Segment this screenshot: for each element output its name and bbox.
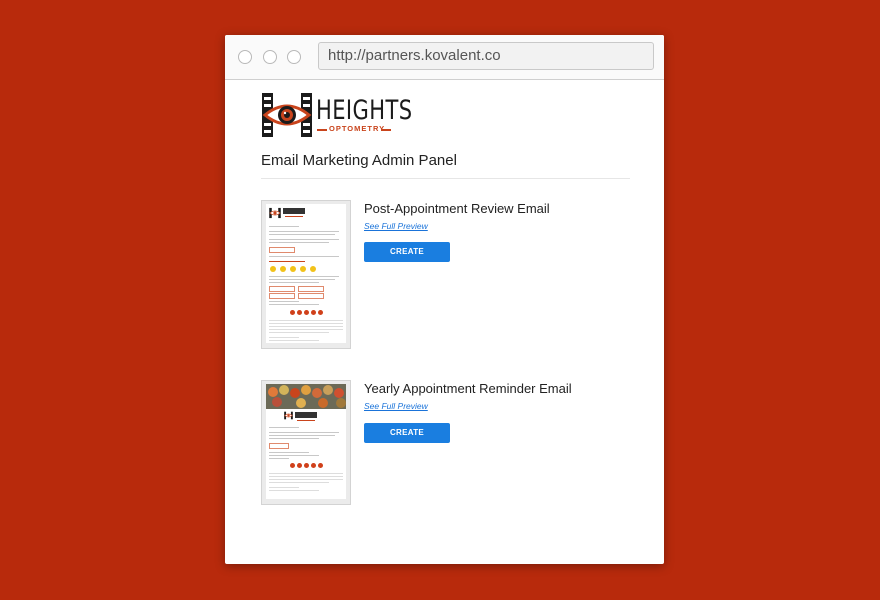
email-thumbnail-page	[266, 204, 346, 343]
close-window-button[interactable]	[238, 50, 252, 64]
create-button[interactable]: CREATE	[364, 423, 450, 443]
brand-rule-right	[381, 129, 391, 131]
create-button[interactable]: CREATE	[364, 242, 450, 262]
browser-toolbar: http://partners.kovalent.co	[225, 35, 664, 80]
title-divider	[261, 178, 630, 179]
address-bar[interactable]: http://partners.kovalent.co	[318, 42, 654, 70]
email-thumbnail[interactable]	[261, 200, 351, 349]
eye-icon	[269, 207, 281, 219]
email-thumbnail-page	[266, 409, 346, 499]
see-full-preview-link[interactable]: See Full Preview	[364, 221, 428, 231]
thumbnail-brand-rule	[285, 216, 303, 217]
email-title: Yearly Appointment Reminder Email	[364, 381, 572, 396]
thumbnail-hero-image	[266, 384, 346, 409]
brand-name: HEIGHTS	[316, 95, 413, 126]
page-title: Email Marketing Admin Panel	[261, 152, 457, 169]
minimize-window-button[interactable]	[263, 50, 277, 64]
browser-window: http://partners.kovalent.co HEIGHTS OPTO…	[225, 35, 664, 564]
eye-icon	[262, 93, 312, 137]
brand-subname: OPTOMETRY	[329, 124, 386, 133]
email-thumbnail[interactable]	[261, 380, 351, 505]
maximize-window-button[interactable]	[287, 50, 301, 64]
brand-rule-left	[317, 129, 327, 131]
email-title: Post-Appointment Review Email	[364, 201, 550, 216]
thumbnail-brand-mark	[283, 208, 305, 214]
see-full-preview-link[interactable]: See Full Preview	[364, 401, 428, 411]
eye-icon	[284, 411, 293, 420]
